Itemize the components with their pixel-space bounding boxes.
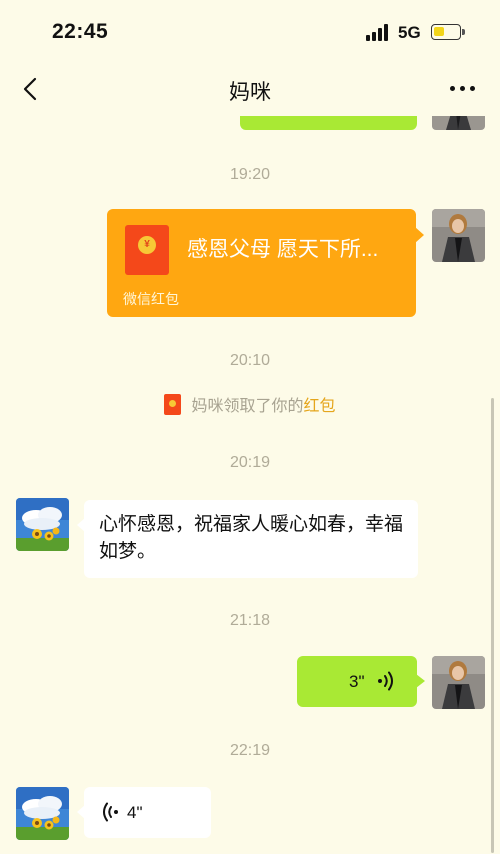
voice-duration: 4": [127, 803, 143, 822]
status-time: 22:45: [52, 20, 109, 43]
timestamp: 20:19: [229, 454, 271, 471]
timestamp: 22:19: [229, 742, 271, 759]
system-message: 妈咪领取了你的红包: [0, 392, 500, 416]
voice-wave-icon: [103, 802, 118, 822]
chat-header: 妈咪: [0, 64, 500, 116]
timestamp: 20:10: [229, 352, 271, 369]
previous-outgoing-bubble[interactable]: [240, 116, 417, 130]
red-packet-link[interactable]: 红包: [304, 398, 336, 415]
contact-avatar[interactable]: [16, 498, 69, 551]
scrollbar[interactable]: [491, 398, 494, 853]
system-message-text: 妈咪领取了你的: [191, 398, 304, 415]
battery-icon: [431, 24, 465, 40]
more-options-icon[interactable]: [448, 78, 478, 98]
red-envelope-icon: ¥: [125, 225, 169, 275]
voice-wave-icon: [378, 671, 393, 691]
incoming-text-message[interactable]: 心怀感恩，祝福家人暖心如春，幸福如梦。: [77, 500, 418, 578]
voice-duration: 3": [349, 672, 365, 691]
status-bar: 22:45 5G: [0, 0, 500, 64]
timestamp: 19:20: [229, 166, 271, 183]
my-avatar[interactable]: [432, 116, 485, 130]
chat-messages[interactable]: 19:20 ¥ 感恩父母 愿天下所... 微信红包 20:10 妈咪领取了你的红…: [0, 116, 500, 854]
red-packet-title: 感恩父母 愿天下所...: [187, 238, 379, 261]
red-packet-label: 微信红包: [123, 291, 179, 307]
message-text: 心怀感恩，祝福家人暖心如春，幸福如梦。: [99, 514, 404, 562]
red-envelope-icon: [164, 394, 182, 415]
chat-title: 妈咪: [229, 81, 271, 104]
red-packet-message[interactable]: ¥ 感恩父母 愿天下所... 微信红包: [107, 209, 424, 317]
my-avatar[interactable]: [432, 209, 485, 262]
my-avatar[interactable]: [432, 656, 485, 709]
timestamp: 21:18: [229, 612, 271, 629]
network-type: 5G: [398, 23, 421, 42]
incoming-voice-message[interactable]: 4": [77, 787, 211, 838]
signal-icon: [366, 24, 392, 41]
contact-avatar[interactable]: [16, 787, 69, 840]
outgoing-voice-message[interactable]: 3": [297, 656, 425, 707]
